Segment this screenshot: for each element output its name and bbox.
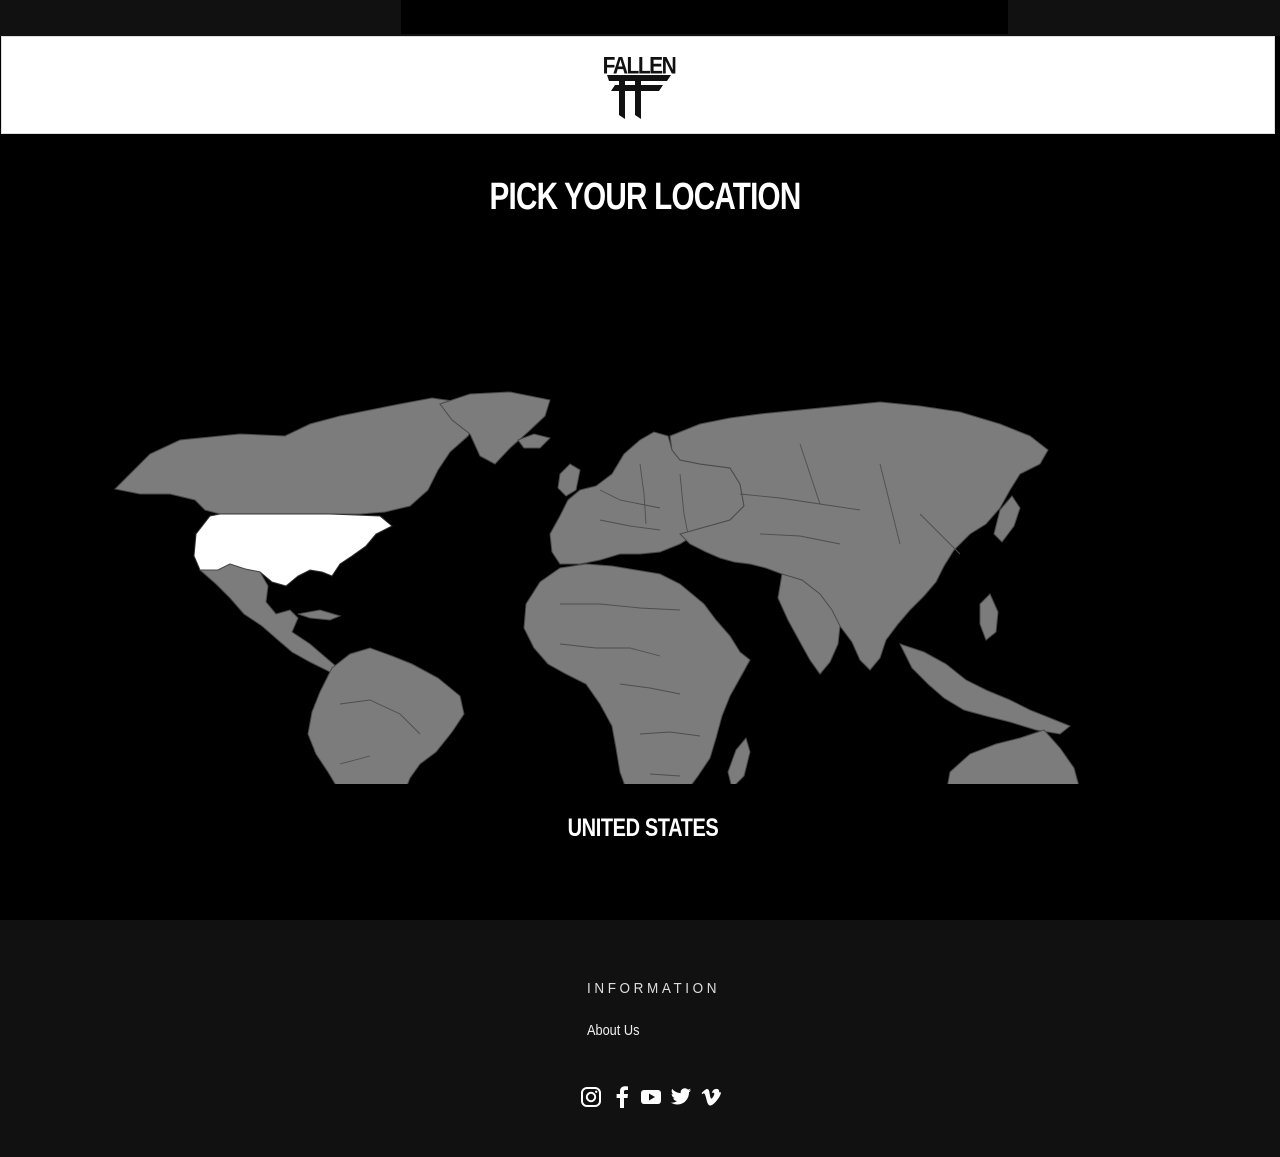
country-philippines[interactable] (979, 593, 999, 641)
country-australia[interactable] (946, 729, 1080, 784)
instagram-link[interactable] (580, 1086, 602, 1110)
logo-ff-mark-icon (607, 75, 671, 119)
world-map-svg (113, 391, 1080, 784)
page-title: PICK YOUR LOCATION (489, 176, 802, 218)
twitter-icon (670, 1088, 692, 1105)
announcement-strip (401, 0, 1008, 34)
site-footer: INFORMATION About Us (0, 920, 1280, 1157)
country-canada[interactable] (113, 397, 481, 515)
region-southeast-asia[interactable] (899, 643, 1071, 735)
footer-heading-information: INFORMATION (587, 980, 721, 997)
region-africa[interactable] (523, 563, 751, 784)
fallen-logo[interactable]: FALLEN (600, 53, 678, 119)
social-links (580, 1086, 730, 1110)
site-header: FALLEN (1, 36, 1275, 134)
country-madagascar[interactable] (727, 736, 751, 784)
facebook-link[interactable] (612, 1086, 634, 1110)
world-map (40, 264, 1240, 784)
top-announcement-bar (0, 0, 1280, 36)
country-uk[interactable] (557, 463, 581, 497)
location-picker: PICK YOUR LOCATION UNITED STATES (0, 134, 1280, 920)
footer-link-about-us[interactable]: About Us (587, 1022, 639, 1039)
youtube-link[interactable] (640, 1086, 662, 1110)
selected-country-label: UNITED STATES (567, 814, 719, 842)
country-brazil[interactable] (307, 647, 465, 784)
facebook-icon (616, 1086, 628, 1108)
instagram-icon (581, 1087, 601, 1107)
vimeo-icon (701, 1088, 721, 1106)
twitter-link[interactable] (670, 1086, 692, 1110)
vimeo-link[interactable] (700, 1086, 722, 1110)
youtube-icon (641, 1090, 661, 1104)
country-cuba[interactable] (297, 609, 342, 621)
